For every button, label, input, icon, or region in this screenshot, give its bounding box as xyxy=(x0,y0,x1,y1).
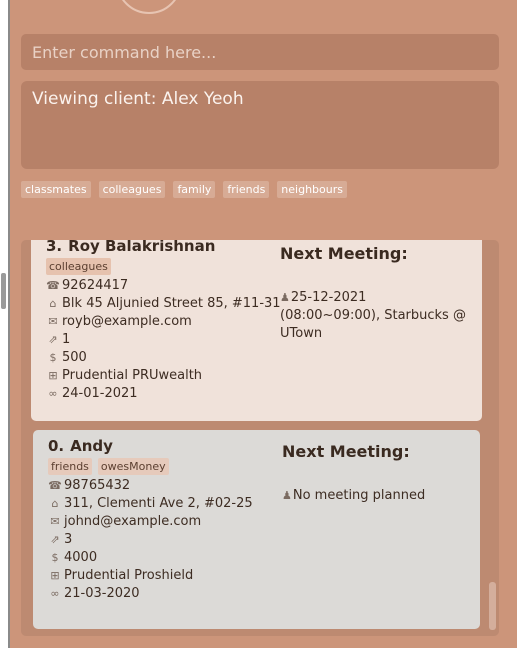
tag-filter-friends[interactable]: friends xyxy=(223,181,270,198)
risk-text: 3 xyxy=(64,532,73,547)
email-text: royb@example.com xyxy=(62,314,192,329)
handshake-icon: ∞ xyxy=(50,587,60,600)
envelope-icon: ✉ xyxy=(48,315,58,328)
client-plan: ⊞ Prudential Proshield xyxy=(48,567,465,585)
client-last-met: ∞ 21-03-2020 xyxy=(48,585,465,603)
client-index: 0. xyxy=(48,437,65,455)
app-logo-icon xyxy=(116,0,182,14)
chart-icon: ⇗ xyxy=(50,533,60,546)
next-meeting-details: ♟No meeting planned xyxy=(282,487,472,505)
result-display: Viewing client: Alex Yeoh xyxy=(21,81,499,169)
client-card[interactable]: 0. Andy friends owesMoney ☎ 98765432 ⌂ 311,… xyxy=(33,430,480,629)
last-met-text: 24-01-2021 xyxy=(62,386,138,401)
window-left-edge xyxy=(0,0,10,648)
money-bag-icon: $ xyxy=(49,351,57,364)
risk-text: 1 xyxy=(62,332,71,347)
plan-text: Prudential PRUwealth xyxy=(62,368,203,383)
next-meeting-heading: Next Meeting: xyxy=(282,442,410,461)
resize-handle[interactable] xyxy=(1,273,6,309)
client-index: 3. xyxy=(46,240,63,255)
house-icon: ⌂ xyxy=(51,497,59,510)
phone-text: 98765432 xyxy=(64,478,131,493)
command-input[interactable] xyxy=(21,34,499,70)
client-income: $4000 xyxy=(48,549,465,567)
handshake-icon: ∞ xyxy=(48,387,58,400)
address-text: Blk 45 Aljunied Street 85, #11-31 xyxy=(62,296,281,311)
next-meeting: Next Meeting: ♟25-12-2021 (08:00~09:00),… xyxy=(280,244,470,343)
client-tag: friends xyxy=(48,458,92,475)
income-text: 500 xyxy=(62,350,87,365)
bank-icon: ⊞ xyxy=(50,569,60,582)
next-meeting-heading: Next Meeting: xyxy=(280,244,408,263)
meeting-icon: ♟ xyxy=(282,489,292,502)
tag-filter-bar: classmates colleagues family friends nei… xyxy=(21,181,347,198)
plan-text: Prudential Proshield xyxy=(64,568,194,583)
next-meeting-details: ♟25-12-2021 (08:00~09:00), Starbucks @ U… xyxy=(280,289,470,343)
list-scrollbar[interactable] xyxy=(489,582,496,630)
money-bag-icon: $ xyxy=(51,551,59,564)
last-met-text: 21-03-2020 xyxy=(64,586,140,601)
client-card[interactable]: 3. Roy Balakrishnan colleagues ☎ 92624417 … xyxy=(31,240,482,421)
client-tag: colleagues xyxy=(46,258,111,275)
tag-filter-family[interactable]: family xyxy=(173,181,216,198)
phone-text: 92624417 xyxy=(62,278,129,293)
client-risk: ⇗ 3 xyxy=(48,531,465,549)
bank-icon: ⊞ xyxy=(48,369,58,382)
income-text: 4000 xyxy=(64,550,98,565)
tag-filter-neighbours[interactable]: neighbours xyxy=(277,181,347,198)
client-income: $500 xyxy=(46,349,467,367)
house-icon: ⌂ xyxy=(49,297,57,310)
email-text: johnd@example.com xyxy=(64,514,202,529)
meeting-text: 25-12-2021 (08:00~09:00), Starbucks @ UT… xyxy=(280,290,466,341)
phone-icon: ☎ xyxy=(46,279,60,292)
client-name-text: Roy Balakrishnan xyxy=(68,240,216,255)
client-name-text: Andy xyxy=(70,437,113,455)
next-meeting: Next Meeting: ♟No meeting planned xyxy=(282,442,472,505)
client-last-met: ∞ 24-01-2021 xyxy=(46,385,467,403)
client-email: ✉ johnd@example.com xyxy=(48,513,465,531)
client-tag: owesMoney xyxy=(97,458,169,475)
client-list[interactable]: 3. Roy Balakrishnan colleagues ☎ 92624417 … xyxy=(21,240,499,636)
envelope-icon: ✉ xyxy=(50,515,60,528)
tag-filter-colleagues[interactable]: colleagues xyxy=(98,181,166,198)
address-text: 311, Clementi Ave 2, #02-25 xyxy=(64,496,253,511)
client-plan: ⊞ Prudential PRUwealth xyxy=(46,367,467,385)
phone-icon: ☎ xyxy=(48,479,62,492)
result-text: Viewing client: Alex Yeoh xyxy=(32,89,244,109)
meeting-text: No meeting planned xyxy=(292,488,426,503)
chart-icon: ⇗ xyxy=(48,333,58,346)
tag-filter-classmates[interactable]: classmates xyxy=(21,181,91,198)
meeting-icon: ♟ xyxy=(280,291,290,304)
